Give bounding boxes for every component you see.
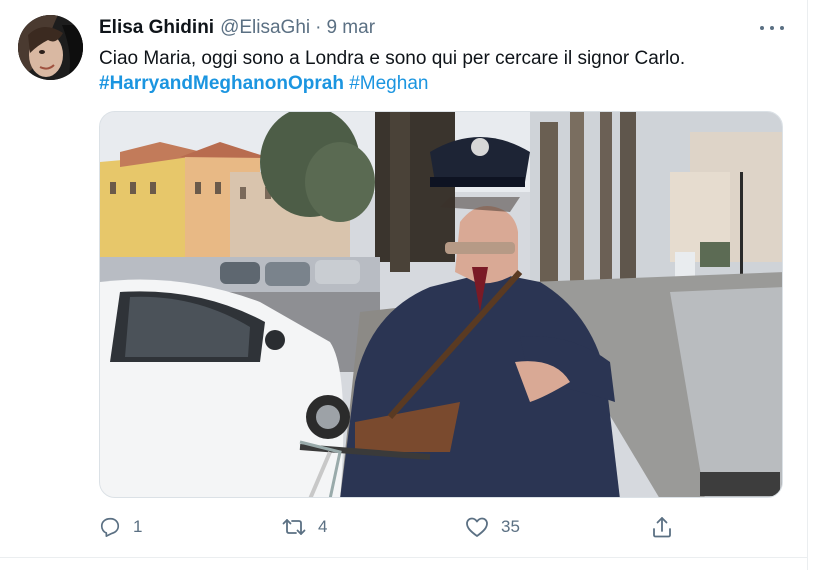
tweet-hashtags: #HarryandMeghanonOprah #Meghan bbox=[99, 71, 428, 97]
hashtag-harry-meghan-oprah[interactable]: #HarryandMeghanonOprah bbox=[99, 73, 344, 94]
like-count: 35 bbox=[501, 517, 520, 536]
share-icon bbox=[653, 517, 671, 538]
retweet-button[interactable]: 4 bbox=[282, 512, 327, 542]
author-handle[interactable]: @ElisaGhi bbox=[220, 17, 310, 39]
tweet-media-photo[interactable] bbox=[99, 111, 783, 498]
photo-image bbox=[100, 112, 782, 497]
share-button[interactable] bbox=[651, 512, 673, 542]
separator-dot: · bbox=[315, 17, 322, 38]
tweet-text: Ciao Maria, oggi sono a Londra e sono qu… bbox=[99, 48, 686, 69]
tweet-divider bbox=[0, 557, 808, 558]
hashtag-meghan[interactable]: #Meghan bbox=[349, 73, 428, 94]
more-dot bbox=[780, 26, 784, 30]
avatar-image bbox=[18, 15, 83, 80]
retweet-count: 4 bbox=[318, 517, 328, 536]
like-button[interactable]: 35 bbox=[465, 512, 520, 542]
author-name[interactable]: Elisa Ghidini bbox=[99, 17, 214, 39]
reply-count: 1 bbox=[133, 517, 143, 536]
more-dot bbox=[770, 26, 774, 30]
like-icon bbox=[466, 517, 488, 537]
tweet-date[interactable]: 9 mar bbox=[326, 17, 375, 39]
avatar[interactable] bbox=[18, 15, 83, 80]
reply-icon bbox=[100, 517, 120, 537]
more-icon[interactable] bbox=[760, 18, 784, 38]
reply-button[interactable]: 1 bbox=[99, 512, 142, 542]
retweet-icon bbox=[282, 519, 306, 535]
column-border bbox=[807, 0, 808, 570]
tweet-actions: 1 4 35 bbox=[99, 512, 679, 542]
more-dot bbox=[760, 26, 764, 30]
tweet-card[interactable]: Elisa Ghidini @ElisaGhi · 9 mar Ciao Mar… bbox=[0, 0, 808, 570]
tweet-header: Elisa Ghidini @ElisaGhi · 9 mar bbox=[99, 16, 375, 40]
